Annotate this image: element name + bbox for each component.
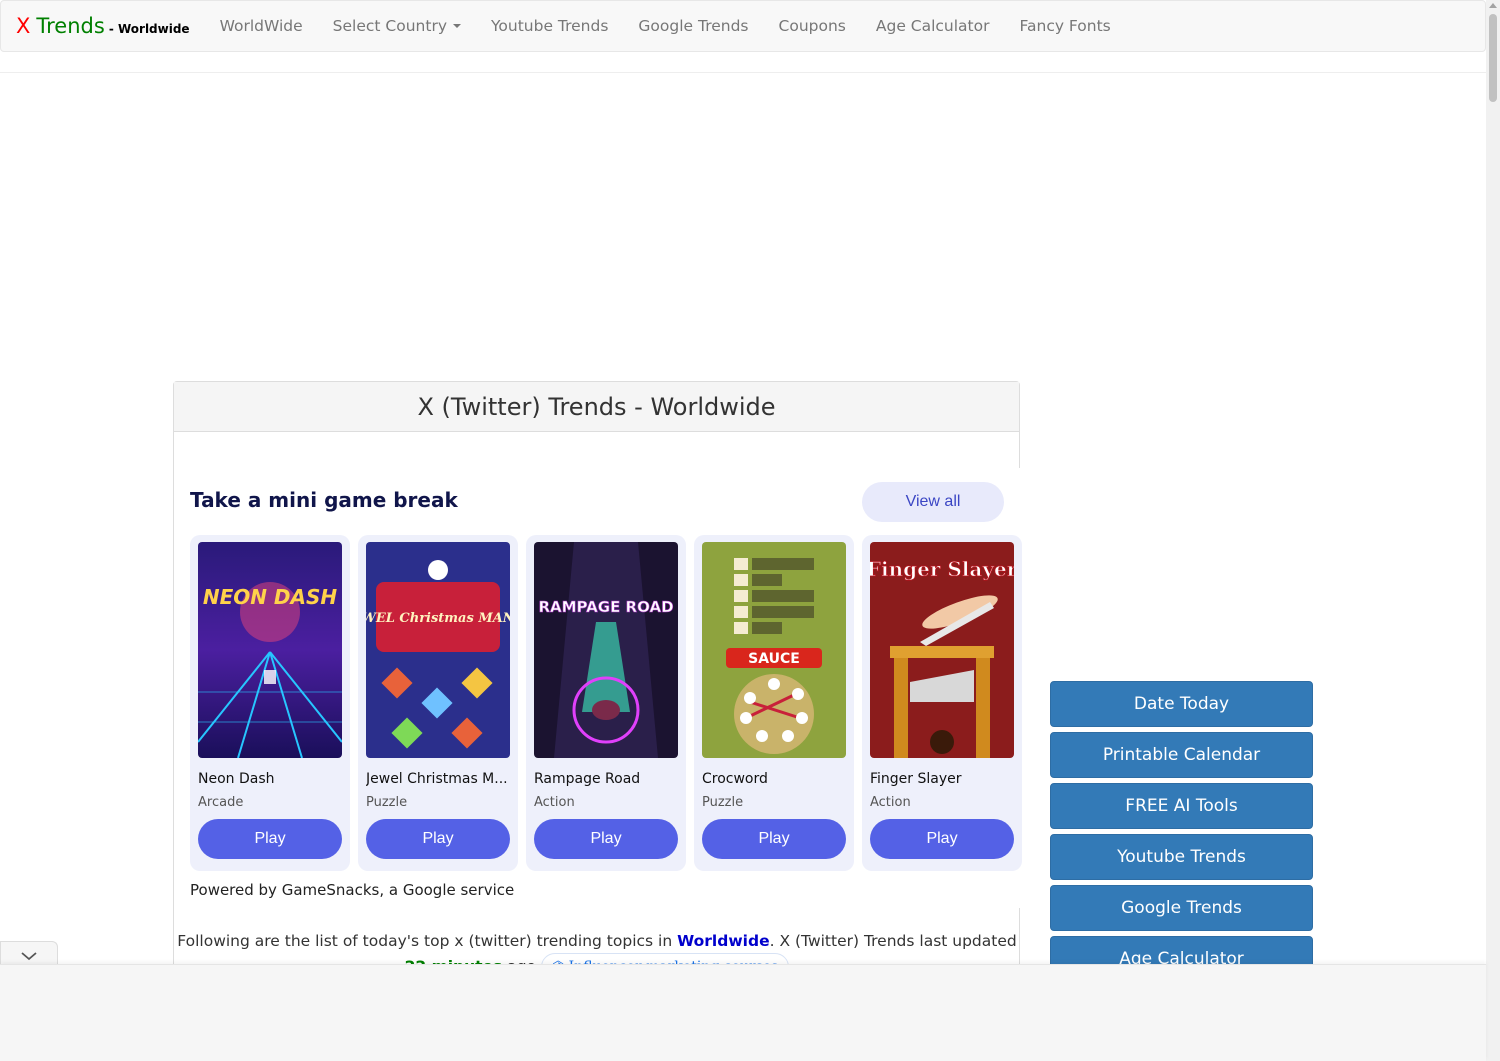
- game-thumbnail-crocword[interactable]: SAUCE: [702, 542, 846, 758]
- nav-select-country-label: Select Country: [332, 17, 447, 35]
- play-button[interactable]: Play: [534, 819, 678, 859]
- game-thumbnail-jewel-christmas[interactable]: JEWEL Christmas MANIA: [366, 542, 510, 758]
- chevron-down-icon: [21, 951, 37, 960]
- brand-region: - Worldwide: [108, 22, 190, 36]
- mini-game-widget: Take a mini game break View all NEON DAS…: [190, 468, 1022, 908]
- caret-down-icon: [453, 24, 461, 28]
- intro-location-link[interactable]: Worldwide: [677, 932, 770, 950]
- game-category: Action: [534, 795, 575, 810]
- game-name: Rampage Road: [534, 771, 641, 787]
- sidebar-free-ai-tools-button[interactable]: FREE AI Tools: [1050, 783, 1313, 829]
- game-category: Puzzle: [366, 795, 408, 810]
- sidebar-date-today-button[interactable]: Date Today: [1050, 681, 1313, 727]
- nav-worldwide[interactable]: WorldWide: [220, 17, 303, 35]
- game-widget-title: Take a mini game break: [190, 488, 458, 512]
- game-category: Arcade: [198, 795, 244, 810]
- divider: [0, 72, 1486, 73]
- nav-age-calculator[interactable]: Age Calculator: [876, 17, 990, 35]
- scroll-up-icon[interactable]: [1489, 3, 1497, 8]
- game-art-text: NEON DASH: [203, 585, 338, 609]
- game-name: Finger Slayer: [870, 771, 962, 787]
- game-cards: NEON DASH Neon Dash Arcade Play JEWEL Ch…: [190, 535, 1030, 871]
- page-scrollbar[interactable]: [1486, 0, 1500, 1061]
- intro-text-middle: . X (Twitter) Trends last updated: [769, 932, 1017, 950]
- game-card-jewel-christmas[interactable]: JEWEL Christmas MANIA Jewel Christmas M.…: [358, 535, 518, 871]
- game-name: Neon Dash: [198, 771, 275, 787]
- game-art-text: RAMPAGE ROAD: [538, 598, 673, 616]
- sidebar-printable-calendar-button[interactable]: Printable Calendar: [1050, 732, 1313, 778]
- game-art-text: SAUCE: [748, 651, 800, 667]
- nav-coupons[interactable]: Coupons: [779, 17, 846, 35]
- game-name: Crocword: [702, 771, 768, 787]
- page-title: X (Twitter) Trends - Worldwide: [174, 382, 1019, 432]
- game-thumbnail-finger-slayer[interactable]: Finger Slayer: [870, 542, 1014, 758]
- game-art-text: Finger Slayer: [870, 557, 1014, 581]
- game-art-text: JEWEL Christmas MANIA: [366, 611, 510, 626]
- brand-trends: Trends: [36, 14, 105, 38]
- brand-x: X: [16, 14, 31, 38]
- nav-select-country[interactable]: Select Country: [333, 17, 461, 35]
- nav-fancy-fonts[interactable]: Fancy Fonts: [1020, 17, 1111, 35]
- bottom-anchor-ad: [0, 964, 1486, 1061]
- scroll-thumb[interactable]: [1489, 14, 1497, 102]
- sidebar-youtube-trends-button[interactable]: Youtube Trends: [1050, 834, 1313, 880]
- intro-text-before: Following are the list of today's top x …: [177, 932, 678, 950]
- brand-logo[interactable]: X Trends - Worldwide: [16, 14, 190, 38]
- game-card-neon-dash[interactable]: NEON DASH Neon Dash Arcade Play: [190, 535, 350, 871]
- sidebar-google-trends-button[interactable]: Google Trends: [1050, 885, 1313, 931]
- game-name: Jewel Christmas M...: [366, 771, 508, 787]
- game-card-finger-slayer[interactable]: Finger Slayer Finger Slayer Action Play: [862, 535, 1022, 871]
- play-button[interactable]: Play: [870, 819, 1014, 859]
- game-category: Action: [870, 795, 911, 810]
- play-button[interactable]: Play: [702, 819, 846, 859]
- powered-by-text: Powered by GameSnacks, a Google service: [190, 881, 515, 899]
- top-navbar: X Trends - Worldwide WorldWide Select Co…: [0, 0, 1486, 52]
- view-all-button[interactable]: View all: [862, 482, 1004, 522]
- nav-youtube-trends[interactable]: Youtube Trends: [491, 17, 608, 35]
- game-category: Puzzle: [702, 795, 744, 810]
- nav-google-trends[interactable]: Google Trends: [638, 17, 748, 35]
- play-button[interactable]: Play: [366, 819, 510, 859]
- play-button[interactable]: Play: [198, 819, 342, 859]
- game-card-rampage-road[interactable]: RAMPAGE ROAD Rampage Road Action Play: [526, 535, 686, 871]
- game-card-crocword[interactable]: SAUCE Crocword Puzzle Play: [694, 535, 854, 871]
- game-thumbnail-neon-dash[interactable]: NEON DASH: [198, 542, 342, 758]
- game-thumbnail-rampage-road[interactable]: RAMPAGE ROAD: [534, 542, 678, 758]
